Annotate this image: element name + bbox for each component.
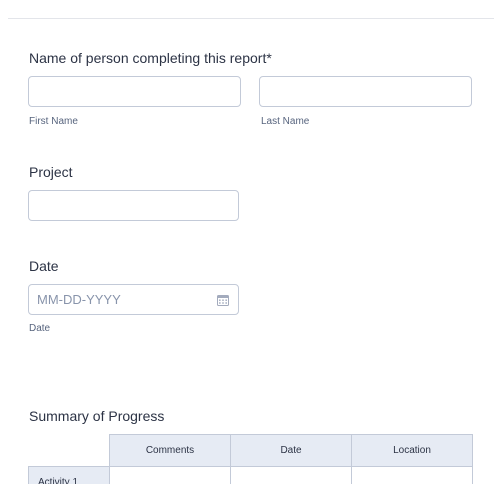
first-name-input[interactable] — [28, 76, 241, 107]
date-field-label: Date — [29, 258, 59, 274]
date-placeholder: MM-DD-YYYY — [37, 292, 121, 307]
matrix-cell[interactable] — [230, 466, 352, 484]
last-name-sublabel: Last Name — [261, 116, 310, 127]
last-name-input[interactable] — [259, 76, 472, 107]
summary-matrix: Comments Date Location — [109, 434, 473, 484]
column-header-comments: Comments — [109, 434, 231, 467]
top-divider — [8, 18, 494, 19]
date-input[interactable]: MM-DD-YYYY — [28, 284, 239, 315]
matrix-cell[interactable] — [351, 466, 473, 484]
summary-label: Summary of Progress — [29, 408, 165, 424]
column-header-location: Location — [351, 434, 473, 467]
column-header-date: Date — [230, 434, 352, 467]
first-name-sublabel: First Name — [29, 116, 78, 127]
matrix-cell[interactable] — [109, 466, 231, 484]
project-field-label: Project — [29, 164, 73, 180]
row-header-activity-1: Activity 1 — [28, 466, 110, 484]
name-field-label: Name of person completing this report* — [29, 50, 272, 66]
date-sublabel: Date — [29, 323, 51, 334]
calendar-icon[interactable] — [217, 294, 229, 306]
project-input[interactable] — [28, 190, 239, 221]
